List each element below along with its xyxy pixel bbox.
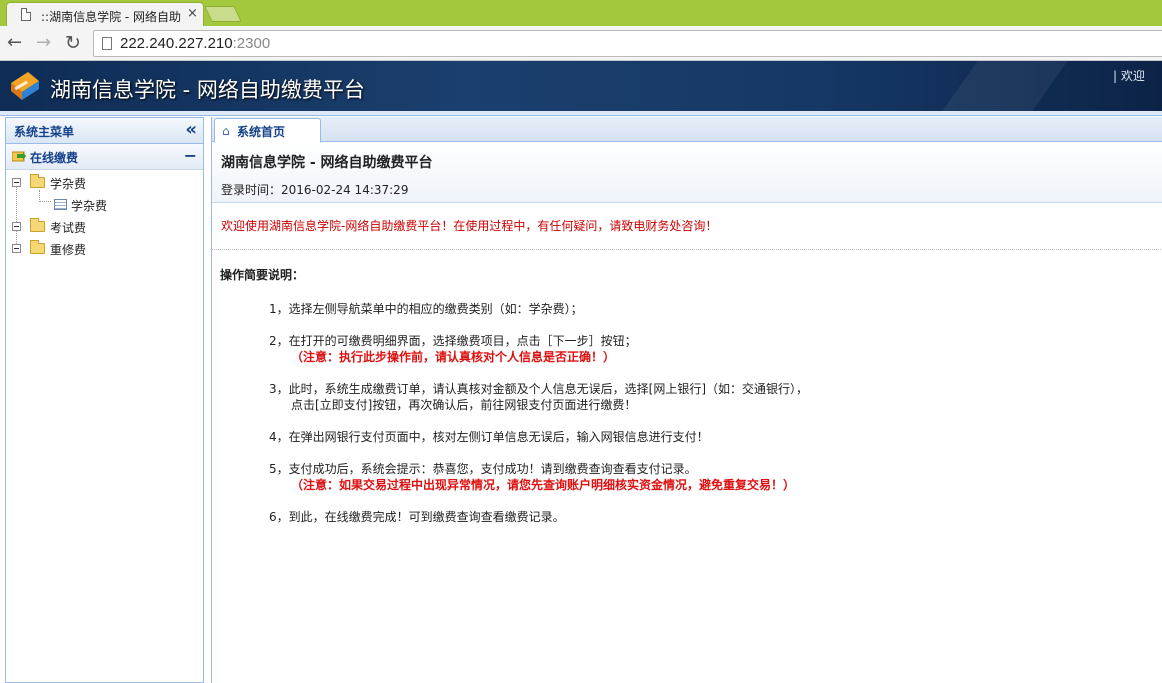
guide-step: 2，在打开的可缴费明细界面，选择缴费项目，点击［下一步］按钮； （注意：执行此步…: [269, 333, 637, 365]
login-time: 登录时间：2016-02-24 14:37:29: [221, 183, 409, 197]
page-icon: [21, 8, 31, 21]
new-tab-button[interactable]: [204, 6, 242, 22]
guide-step: 1，选择左侧导航菜单中的相应的缴费类别（如：学杂费）；: [269, 301, 583, 317]
close-tab-icon[interactable]: ×: [187, 6, 198, 21]
guide-step: 3，此时，系统生成缴费订单，请认真核对金额及个人信息无误后，选择[网上银行]（如…: [269, 381, 808, 413]
folder-icon: [30, 174, 45, 188]
info-box: 湖南信息学院 - 网络自助缴费平台 登录时间：2016-02-24 14:37:…: [212, 143, 1162, 203]
step-text: 4，在弹出网银行支付页面中，核对左侧订单信息无误后，输入网银信息进行支付！: [269, 430, 709, 444]
app-title: 湖南信息学院 - 网络自助缴费平台: [50, 78, 365, 102]
sidebar: 系统主菜单 « 在线缴费 − 学杂费 学杂费 考试费 重修费: [5, 117, 204, 683]
sidebar-title: 系统主菜单: [14, 125, 75, 139]
main-panel: ⌂ 系统首页 湖南信息学院 - 网络自助缴费平台 登录时间：2016-02-24…: [211, 117, 1162, 683]
welcome-notice: 欢迎使用湖南信息学院-网络自助缴费平台！在使用过程中，有任何疑问，请致电财务处咨…: [221, 219, 718, 233]
page-title: 湖南信息学院 - 网络自助缴费平台: [221, 155, 433, 171]
guide-step: 4，在弹出网银行支付页面中，核对左侧订单信息无误后，输入网银信息进行支付！: [269, 429, 709, 445]
app-header: 湖南信息学院 - 网络自助缴费平台 | 欢迎: [0, 61, 1162, 111]
step-warning: （注意：如果交易过程中出现异常情况，请您先查询账户明细核实资金情况，避免重复交易…: [291, 478, 796, 492]
tree-item-tuition-leaf[interactable]: 学杂费: [54, 196, 174, 214]
expand-toggle-icon[interactable]: [12, 178, 21, 187]
header-divider: [0, 111, 1162, 116]
divider: [212, 249, 1162, 250]
step-subtext: 点击[立即支付]按钮，再次确认后，前往网银支付页面进行缴费！: [291, 398, 637, 412]
home-icon: ⌂: [222, 124, 230, 138]
address-url[interactable]: 222.240.227.210:2300: [120, 35, 270, 52]
tree-item-label: 重修费: [50, 243, 87, 257]
expand-toggle-icon[interactable]: [12, 222, 21, 231]
folder-icon: [30, 240, 45, 254]
tree-item-label: 学杂费: [71, 199, 108, 213]
tree-line: [39, 201, 51, 202]
step-text: 3，此时，系统生成缴费订单，请认真核对金额及个人信息无误后，选择[网上银行]（如…: [269, 382, 809, 396]
sidebar-section-label: 在线缴费: [30, 151, 79, 165]
logo-icon: [11, 72, 39, 100]
guide-step: 6，到此，在线缴费完成！可到缴费查询查看缴费记录。: [269, 509, 565, 525]
step-text: 6，到此，在线缴费完成！可到缴费查询查看缴费记录。: [269, 510, 565, 524]
page-icon: [102, 37, 112, 50]
browser-toolbar: ← → ↻ 222.240.227.210:2300: [0, 26, 1162, 61]
step-text: 1，选择左侧导航菜单中的相应的缴费类别（如：学杂费）；: [269, 302, 583, 316]
url-host: 222.240.227.210: [120, 35, 233, 52]
tree-item-exam-fee[interactable]: 考试费: [12, 218, 172, 236]
expand-toggle-icon[interactable]: [12, 244, 21, 253]
tree-item-label: 考试费: [50, 221, 87, 235]
forward-arrow-icon[interactable]: →: [36, 32, 51, 54]
step-text: 5，支付成功后，系统会提示：恭喜您，支付成功！请到缴费查询查看支付记录。: [269, 462, 697, 476]
back-arrow-icon[interactable]: ←: [7, 32, 22, 54]
tree-item-tuition[interactable]: 学杂费: [12, 174, 172, 192]
reload-icon[interactable]: ↻: [65, 32, 81, 54]
guide-step: 5，支付成功后，系统会提示：恭喜您，支付成功！请到缴费查询查看支付记录。 （注意…: [269, 461, 795, 493]
sidebar-section-online-payment[interactable]: 在线缴费 −: [6, 144, 203, 170]
payment-section-icon: [12, 151, 26, 162]
collapse-section-icon[interactable]: −: [184, 146, 197, 165]
guide-title: 操作简要说明：: [220, 268, 305, 282]
tree-item-label: 学杂费: [50, 177, 87, 191]
sidebar-header: 系统主菜单 «: [6, 118, 203, 144]
welcome-text: | 欢迎: [1113, 69, 1145, 83]
url-port: :2300: [232, 35, 271, 52]
double-chevron-left-icon[interactable]: «: [185, 119, 197, 140]
grid-icon: [54, 199, 67, 210]
content-tabbar: ⌂ 系统首页: [212, 117, 1162, 143]
tree-item-retake-fee[interactable]: 重修费: [12, 240, 172, 258]
browser-tabstrip: ::湖南信息学院 - 网络自助 ×: [0, 0, 1162, 26]
tab-home[interactable]: ⌂ 系统首页: [214, 118, 321, 143]
browser-tab[interactable]: ::湖南信息学院 - 网络自助 ×: [6, 2, 204, 26]
folder-icon: [30, 218, 45, 232]
step-text: 2，在打开的可缴费明细界面，选择缴费项目，点击［下一步］按钮；: [269, 334, 637, 348]
address-bar[interactable]: 222.240.227.210:2300: [93, 30, 1162, 57]
tab-home-label: 系统首页: [237, 125, 286, 139]
browser-tab-title: ::湖南信息学院 - 网络自助: [41, 10, 181, 24]
step-warning: （注意：执行此步操作前，请认真核对个人信息是否正确！）: [291, 350, 616, 364]
